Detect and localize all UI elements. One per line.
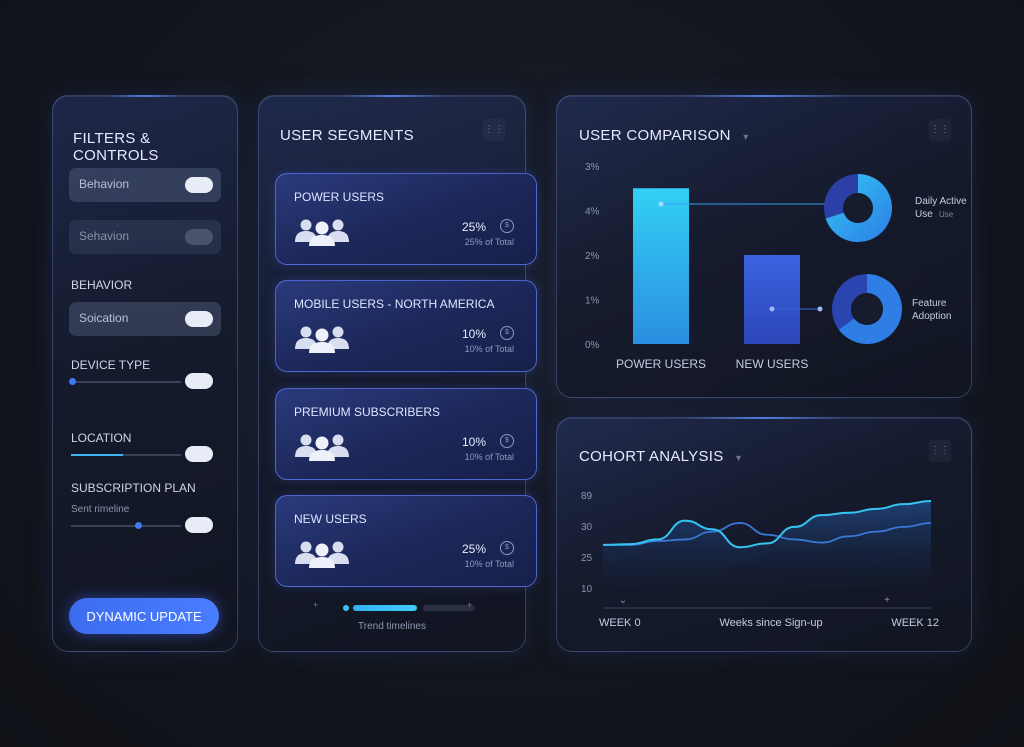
x-tick-label: POWER USERS [616,357,706,371]
segment-name: NEW USERS [294,512,367,526]
next-icon[interactable]: + [467,600,472,610]
donut-label-2b: Adoption [912,311,951,322]
cohort-analysis-chart: 10 25 30 89 ⌄ + WEEK 0 Weeks since Sign-up WEEK … [581,491,939,629]
connector-dot [769,306,775,312]
users-group-icon [295,541,349,568]
y-tick-label: 2% [585,251,600,262]
info-icon[interactable]: $ [500,326,514,340]
y-tick-label: 4% [585,207,600,218]
info-icon[interactable]: $ [500,219,514,233]
info-icon[interactable]: $ [500,434,514,448]
segment-percent: 25% [461,220,486,234]
users-group-icon [295,434,349,461]
segment-percent: 25% [461,542,486,556]
segment-name: PREMIUM SUBSCRIBERS [294,405,441,419]
segment-card-premium-subscribers[interactable]: PREMIUM SUBSCRIBERS 10% $ 10% of Total [275,388,537,480]
y-tick-label: 3% [585,162,600,173]
timeline-start-knob[interactable] [343,605,349,611]
timeline-label: Sent rimeline [71,504,130,515]
y-tick-label: 30 [581,522,593,533]
behavior-option-toggle[interactable] [185,311,213,327]
users-group-icon [295,326,349,353]
connector-dot [817,306,823,312]
donut-daily-active-hole [844,194,872,222]
segment-card-mobile-users[interactable]: MOBILE USERS - NORTH AMERICA 10% $ 10% o… [275,280,537,372]
segment-card-power-users[interactable]: POWER USERS 25% $ 25% of Total [275,173,537,265]
segment-share: 10% of Total [464,344,514,354]
segment-share: 10% of Total [464,559,514,569]
connector-dot [658,201,664,207]
segment-share: 25% of Total [464,237,514,247]
behavior-option-chip[interactable]: Soication [69,302,221,336]
device-type-toggle[interactable] [185,373,213,389]
slider-knob[interactable] [69,378,76,385]
donut-label-1b: Use [915,209,933,220]
behavior-chip[interactable]: Behavion [69,168,221,202]
secondary-chip[interactable]: Sehavion [69,220,221,254]
chip-label: Sehavion [79,229,130,243]
x-tick-label: NEW USERS [736,357,809,371]
secondary-toggle[interactable] [185,229,213,245]
segment-card-new-users[interactable]: NEW USERS 25% $ 10% of Total [275,495,537,587]
subscription-toggle[interactable] [185,517,213,533]
device-type-slider[interactable] [69,378,181,385]
location-toggle[interactable] [185,446,213,462]
dynamic-update-button[interactable]: DYNAMIC UPDATE [69,598,219,634]
donut-sublabel-1: Use [939,210,954,219]
x-tick-label: WEEK 12 [891,617,939,629]
y-tick-label: 10 [581,584,593,595]
more-options-icon[interactable]: ⋮⋮ [483,119,505,141]
location-label: LOCATION [71,431,132,445]
trend-timelines-label: Trend timelines [358,621,426,632]
behavior-toggle[interactable] [185,177,213,193]
segment-name: MOBILE USERS - NORTH AMERICA [294,297,495,311]
bar-new-users [744,255,800,344]
user-comparison-panel: USER COMPARISON ▾ ⋮⋮ 0% 1% 2% 4% 3% POWER USE… [556,95,972,398]
x-axis-label: Weeks since Sign-up [719,617,822,629]
user-comparison-chart: 0% 1% 2% 4% 3% POWER USERS NEW USERS Daily Act… [585,162,967,371]
axis-marker: ⌄ [619,595,627,606]
x-tick-label: WEEK 0 [599,617,641,629]
chip-label: Soication [79,311,129,325]
location-slider[interactable] [71,454,181,456]
y-tick-label: 25 [581,553,593,564]
timeline-active-range[interactable] [353,605,417,611]
trend-timeline-scrubber[interactable]: + + [313,600,475,614]
slider-fill [71,454,123,456]
segment-percent: 10% [461,435,486,449]
y-tick-label: 0% [585,340,600,351]
prev-icon[interactable]: + [313,600,318,610]
series-1-area [603,501,931,588]
donut-feature-adoption-hole [852,294,882,324]
chip-label: Behavion [79,177,130,191]
device-type-label: DEVICE TYPE [71,358,151,372]
slider-knob[interactable] [135,522,142,529]
user-segments-panel: USER SEGMENTS ⋮⋮ POWER USERS 25% $ 25% o… [258,95,537,652]
axis-marker: + [884,595,890,606]
segments-title: USER SEGMENTS [280,127,414,144]
filters-panel: FILTERS & CONTROLS Behavion Sehavion BEH… [52,95,238,652]
info-icon[interactable]: $ [500,541,514,555]
subscription-slider[interactable] [71,522,181,529]
subscription-plan-label: SUBSCRIPTION PLAN [71,481,196,495]
donut-label-1a: Daily Active [915,196,967,207]
bar-power-users [633,188,689,344]
segment-percent: 10% [461,327,486,341]
donut-label-2a: Feature [912,298,947,309]
y-tick-label: 1% [585,296,600,307]
users-group-icon [295,219,349,246]
segment-name: POWER USERS [294,190,385,204]
y-tick-label: 89 [581,491,593,502]
segment-share: 10% of Total [464,452,514,462]
cohort-analysis-panel: COHORT ANALYSIS ▾ ⋮⋮ 10 25 30 89 ⌄ + WEEK 0 Wee… [556,417,972,652]
behavior-label: BEHAVIOR [71,278,133,292]
filters-title: FILTERS & CONTROLS [73,130,159,164]
